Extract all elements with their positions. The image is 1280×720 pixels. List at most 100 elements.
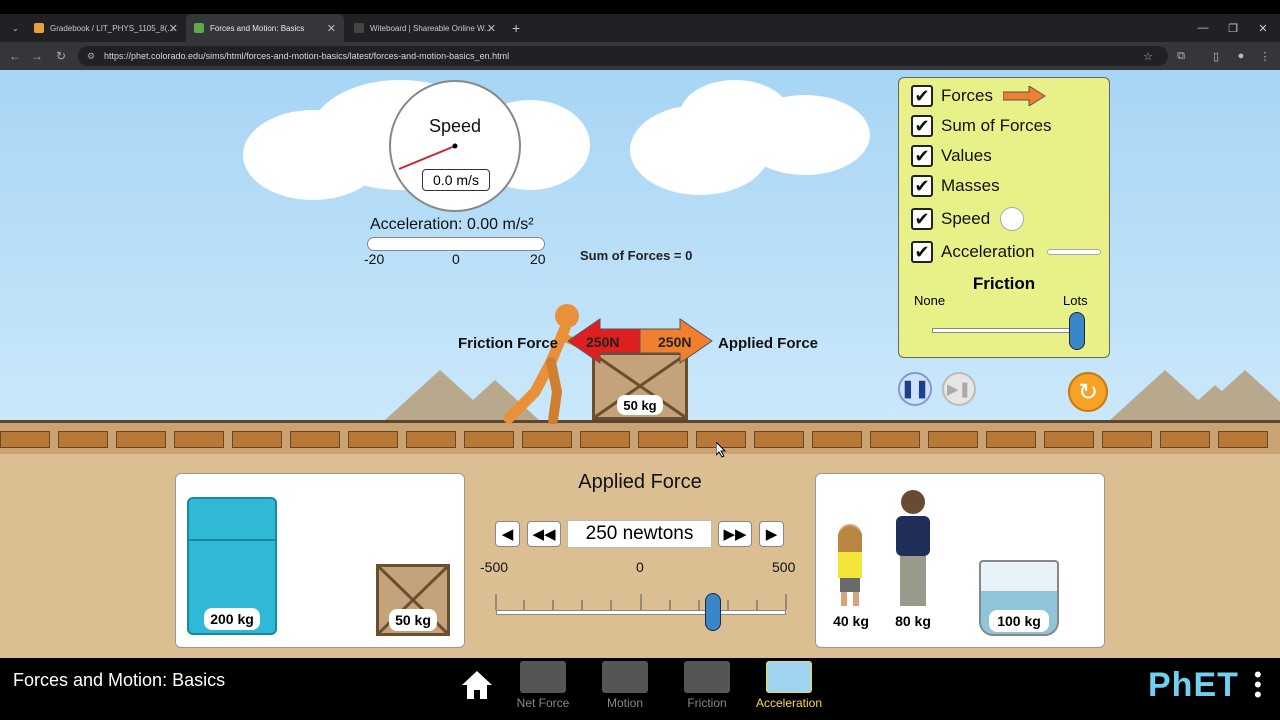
- net-force-thumbnail: [520, 661, 566, 693]
- screen-motion-button[interactable]: Motion: [590, 661, 660, 710]
- brick: [1160, 431, 1210, 448]
- tab-list-button[interactable]: ⌄: [4, 14, 20, 42]
- pause-button[interactable]: ❚❚: [898, 372, 932, 406]
- profile-icon[interactable]: ●: [1232, 47, 1250, 65]
- forward-icon[interactable]: →: [28, 47, 46, 65]
- friction-none-label: None: [914, 293, 946, 308]
- brick: [638, 431, 688, 448]
- triangle-left-icon: ◀: [501, 526, 514, 543]
- browser-tab-gradebook[interactable]: Gradebook / LIT_PHYS_1105_8(... ✕: [26, 14, 186, 42]
- sum-of-forces-checkbox[interactable]: ✔ Sum of Forces: [911, 114, 1052, 138]
- phet-logo[interactable]: PhET: [1148, 666, 1239, 705]
- checkbox-checked-icon: ✔: [911, 208, 933, 230]
- extensions-icon[interactable]: ⧉: [1172, 47, 1190, 65]
- checkbox-label: Sum of Forces: [941, 116, 1052, 135]
- browser-tab-witeboard[interactable]: Witeboard | Shareable Online W... ✕: [346, 14, 504, 42]
- close-window-icon[interactable]: ✕: [1248, 14, 1278, 42]
- screen-acceleration-button[interactable]: Acceleration: [754, 661, 824, 710]
- friction-slider-track[interactable]: [932, 328, 1080, 333]
- browser-toolbar: ← → ↻ ⚙ https://phet.colorado.edu/sims/h…: [0, 42, 1280, 70]
- acceleration-meter-icon: [1046, 249, 1101, 255]
- screen-friction-button[interactable]: Friction: [672, 661, 742, 710]
- back-icon[interactable]: ←: [6, 47, 24, 65]
- browser-menu-icon[interactable]: ⋮: [1256, 47, 1274, 65]
- close-tab-icon[interactable]: ✕: [487, 22, 496, 35]
- screen-net-force-button[interactable]: Net Force: [508, 661, 578, 710]
- checkbox-label: Speed: [941, 209, 991, 228]
- screen-label: Friction: [687, 696, 727, 710]
- decrease-large-button[interactable]: ◀◀: [527, 521, 561, 547]
- small-crate-mass-label: 50 kg: [389, 609, 437, 631]
- phet-favicon-icon: [194, 23, 204, 33]
- brick: [580, 431, 630, 448]
- acceleration-min-label: -20: [364, 251, 385, 267]
- brick: [116, 431, 166, 448]
- man-figure-icon[interactable]: [890, 488, 936, 610]
- brick: [174, 431, 224, 448]
- brick: [1044, 431, 1094, 448]
- applied-force-slider-thumb[interactable]: [705, 593, 721, 631]
- increase-large-button[interactable]: ▶▶: [718, 521, 752, 547]
- speed-checkbox[interactable]: ✔ Speed: [911, 207, 1025, 231]
- brick: [986, 431, 1036, 448]
- sim-navigation-bar: Forces and Motion: Basics Net Force Moti…: [0, 658, 1280, 720]
- sim-title: Forces and Motion: Basics: [13, 670, 226, 690]
- cloud: [740, 95, 870, 175]
- girl-figure-icon[interactable]: [830, 522, 870, 608]
- applied-force-label: Applied Force: [718, 335, 819, 352]
- friction-arrow-value: 250N: [586, 334, 620, 350]
- friction-slider-thumb[interactable]: [1069, 312, 1085, 350]
- acceleration-checkbox[interactable]: ✔ Acceleration: [911, 240, 1101, 264]
- values-checkbox[interactable]: ✔ Values: [911, 144, 992, 168]
- bookmark-star-icon[interactable]: ☆: [1139, 47, 1157, 65]
- friction-title: Friction: [972, 274, 1036, 293]
- applied-force-slider-track[interactable]: [496, 610, 786, 615]
- forces-checkbox[interactable]: ✔ Forces: [911, 84, 1047, 108]
- close-tab-icon[interactable]: ✕: [327, 22, 336, 35]
- side-panel-icon[interactable]: ▯: [1207, 47, 1225, 65]
- address-bar[interactable]: ⚙ https://phet.colorado.edu/sims/html/fo…: [78, 46, 1168, 66]
- brick: [754, 431, 804, 448]
- restore-window-icon[interactable]: ❐: [1218, 14, 1248, 42]
- checkbox-checked-icon: ✔: [911, 175, 933, 197]
- home-icon[interactable]: [460, 668, 494, 702]
- friction-thumbnail: [684, 661, 730, 693]
- witeboard-favicon-icon: [354, 23, 364, 33]
- step-forward-icon: ▶❚: [946, 381, 972, 398]
- friction-lots-label: Lots: [1063, 293, 1088, 308]
- step-button[interactable]: ▶❚: [942, 372, 976, 406]
- decrease-small-button[interactable]: ◀: [495, 521, 520, 547]
- tab-title: Gradebook / LIT_PHYS_1105_8(...: [50, 23, 174, 33]
- double-left-icon: ◀◀: [532, 526, 556, 543]
- masses-checkbox[interactable]: ✔ Masses: [911, 174, 1000, 198]
- brick: [464, 431, 514, 448]
- reset-all-button[interactable]: ↻: [1068, 372, 1108, 412]
- url-text: https://phet.colorado.edu/sims/html/forc…: [104, 51, 510, 61]
- reload-icon[interactable]: ↻: [52, 47, 70, 65]
- checkbox-label: Values: [941, 146, 992, 165]
- browser-tab-forces[interactable]: Forces and Motion: Basics ✕: [186, 14, 344, 42]
- man-mass-label: 80 kg: [891, 610, 935, 632]
- close-tab-icon[interactable]: ✕: [169, 22, 178, 35]
- brick: [870, 431, 920, 448]
- brick: [232, 431, 282, 448]
- increase-small-button[interactable]: ▶: [759, 521, 784, 547]
- new-tab-button[interactable]: +: [504, 14, 522, 42]
- acceleration-max-label: 20: [530, 251, 546, 267]
- pause-icon: ❚❚: [900, 379, 930, 398]
- brick: [812, 431, 862, 448]
- site-info-icon[interactable]: ⚙: [87, 51, 95, 62]
- checkbox-checked-icon: ✔: [911, 241, 933, 263]
- speedometer-title: Speed: [428, 116, 482, 136]
- acceleration-meter: [367, 237, 545, 251]
- phet-menu-icon[interactable]: • • •: [1254, 664, 1264, 706]
- bucket-mass-label: 100 kg: [989, 610, 1049, 632]
- checkbox-label: Forces: [941, 86, 993, 105]
- forces-arrow-icon: [1002, 86, 1046, 106]
- brick: [1218, 431, 1268, 448]
- gradebook-favicon-icon: [34, 23, 44, 33]
- triangle-right-icon: ▶: [765, 526, 778, 543]
- minimize-window-icon[interactable]: —: [1188, 14, 1218, 42]
- acceleration-thumbnail: [766, 661, 812, 693]
- tab-title: Forces and Motion: Basics: [210, 23, 305, 33]
